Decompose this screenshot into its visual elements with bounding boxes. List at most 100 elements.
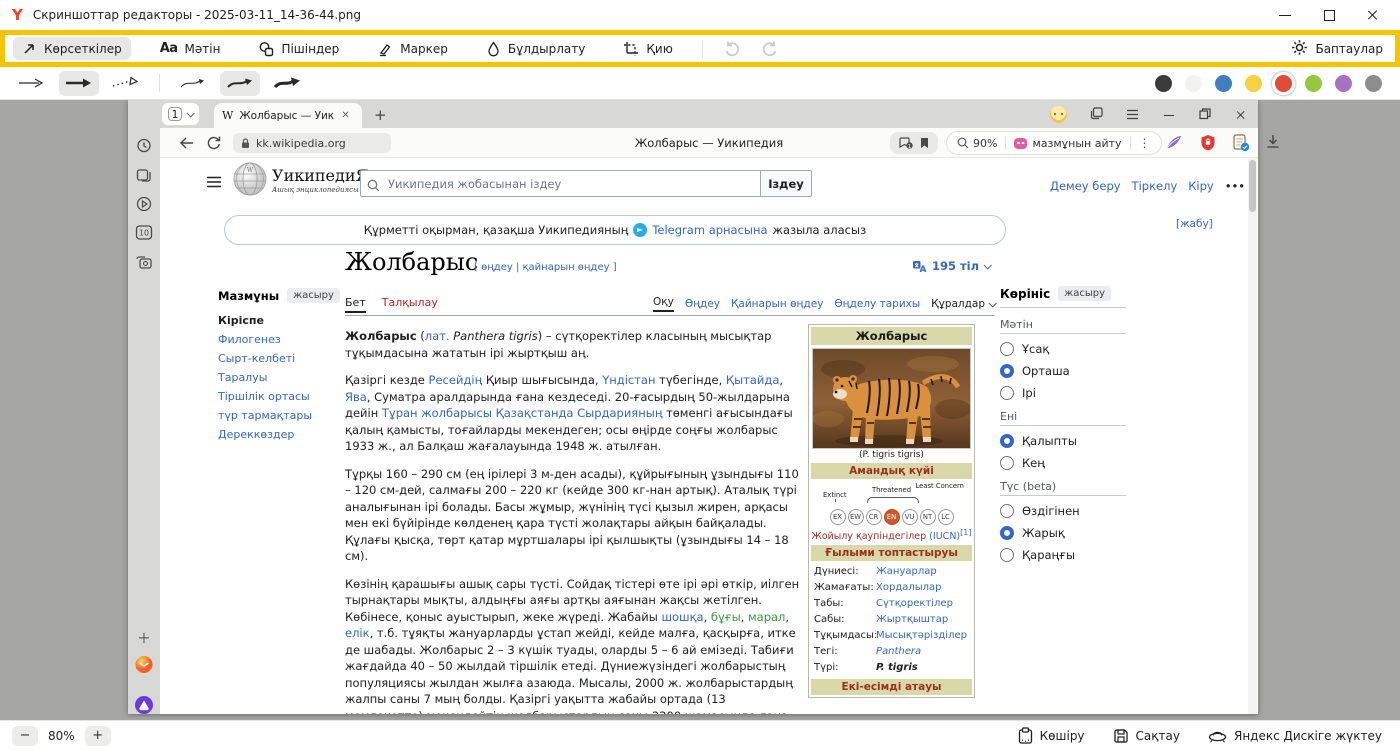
- article-link[interactable]: Сырдарияның: [577, 406, 662, 420]
- tab-counter[interactable]: 1: [162, 103, 199, 125]
- tab-edit-source[interactable]: Қайнарын өңдеу: [731, 298, 823, 310]
- arrow-style-scribble-thick[interactable]: [267, 71, 307, 96]
- upload-disk-button[interactable]: Яндекс Дискіге жүктеу: [1208, 728, 1382, 743]
- page-scrollbar[interactable]: [1248, 158, 1257, 714]
- radio-button[interactable]: [1000, 364, 1014, 378]
- appearance-option[interactable]: Жарық: [1000, 526, 1126, 540]
- translate-doc-icon[interactable]: [1232, 134, 1250, 156]
- toc-item[interactable]: Филогенез: [218, 330, 340, 349]
- more-links-icon[interactable]: •••: [1225, 179, 1245, 193]
- tool-blur[interactable]: Бұлдырлату: [477, 37, 595, 61]
- color-swatch[interactable]: [1185, 75, 1202, 92]
- arrow-style-scribble-thin[interactable]: [173, 71, 213, 96]
- radio-button[interactable]: [1000, 504, 1014, 518]
- browser-tab[interactable]: W Жолбарыс — Уикипед ✕: [214, 103, 362, 128]
- radio-button[interactable]: [1000, 526, 1014, 540]
- sidebar-add-icon[interactable]: +: [137, 628, 150, 647]
- panels-icon[interactable]: [137, 167, 152, 186]
- color-swatch[interactable]: [1365, 75, 1382, 92]
- status-ref[interactable]: [1]: [960, 528, 971, 537]
- language-selector[interactable]: A 195 тіл: [912, 259, 990, 273]
- article-link[interactable]: бұғы: [711, 610, 741, 624]
- appearance-option[interactable]: Қалыпты: [1000, 434, 1126, 448]
- undo-button[interactable]: [723, 40, 741, 58]
- play-icon[interactable]: [136, 196, 152, 216]
- tab-page[interactable]: Бет: [345, 296, 366, 313]
- tool-arrows[interactable]: Көрсеткілер: [13, 37, 131, 60]
- tab-history[interactable]: Өңделу тарихы: [834, 298, 920, 310]
- tool-text[interactable]: Aa Мәтін: [151, 37, 230, 60]
- history-icon[interactable]: [137, 138, 152, 157]
- settings-button[interactable]: Баптаулар: [1291, 39, 1387, 59]
- iucn-link[interactable]: (IUCN): [929, 531, 960, 542]
- tab-read[interactable]: Оқу: [653, 296, 674, 312]
- minimize-button[interactable]: [1278, 8, 1292, 22]
- classification-value[interactable]: Жануарлар: [876, 564, 937, 580]
- toc-item[interactable]: Сырт-келбеті: [218, 349, 340, 368]
- wikipedia-globe-logo[interactable]: W: [232, 161, 268, 201]
- tab-group-badge[interactable]: 10: [136, 225, 153, 244]
- status-text[interactable]: Жойылу қаупіндегілер: [812, 531, 927, 542]
- hamburger-menu-icon[interactable]: [206, 173, 222, 192]
- radio-button[interactable]: [1000, 456, 1014, 470]
- zoom-out-button[interactable]: −: [12, 726, 38, 746]
- reload-icon[interactable]: [206, 135, 221, 154]
- arrow-style-dotted[interactable]: [106, 71, 146, 96]
- wikipedia-wordmark[interactable]: УикипедиЯ Ашық энциклопедиясы: [272, 166, 368, 194]
- search-input[interactable]: [360, 170, 760, 197]
- classification-value[interactable]: Мысықтәрізділер: [876, 628, 967, 644]
- scrollbar-thumb[interactable]: [1249, 160, 1256, 212]
- maximize-button[interactable]: [1322, 8, 1336, 22]
- appearance-option[interactable]: Қараңғы: [1000, 548, 1126, 562]
- radio-button[interactable]: [1000, 342, 1014, 356]
- boards-icon[interactable]: [1090, 105, 1103, 124]
- url-bar[interactable]: kk.wikipedia.org: [233, 133, 391, 153]
- editor-canvas[interactable]: 1 W Жолбарыс — Уикипед ✕ +: [0, 100, 1400, 720]
- article-link[interactable]: Ява: [345, 390, 367, 404]
- toc-item[interactable]: түр тармақтары: [218, 406, 340, 425]
- collections-group[interactable]: 1: [890, 132, 938, 154]
- toc-item[interactable]: Кіріспе: [218, 311, 340, 330]
- appearance-option[interactable]: Ұсақ: [1000, 342, 1126, 356]
- browser-close-icon[interactable]: [1235, 109, 1247, 121]
- article-link[interactable]: Қытайда: [726, 373, 779, 387]
- color-swatch[interactable]: [1305, 75, 1322, 92]
- save-button[interactable]: Сақтау: [1113, 728, 1180, 744]
- new-tab-button[interactable]: +: [374, 106, 387, 124]
- radio-button[interactable]: [1000, 386, 1014, 400]
- telegram-link[interactable]: Telegram арнасына: [652, 223, 767, 237]
- zoom-in-button[interactable]: +: [85, 726, 111, 746]
- copy-button[interactable]: Көшіру: [1018, 727, 1085, 744]
- toc-hide-button[interactable]: жасыру: [287, 288, 340, 303]
- article-link[interactable]: Ресейдің: [429, 373, 483, 387]
- color-swatch[interactable]: [1275, 75, 1292, 92]
- screenshot-icon[interactable]: [136, 254, 152, 273]
- color-swatch[interactable]: [1245, 75, 1262, 92]
- color-swatch[interactable]: [1155, 75, 1172, 92]
- browser-restore-icon[interactable]: [1199, 105, 1211, 124]
- tab-close-icon[interactable]: ✕: [341, 110, 349, 121]
- browser-menu-icon[interactable]: [1126, 105, 1139, 124]
- redo-button[interactable]: [761, 40, 779, 58]
- search-button[interactable]: Іздеу: [760, 170, 812, 197]
- color-swatch[interactable]: [1335, 75, 1352, 92]
- classification-value[interactable]: Сүтқоректілер: [876, 596, 953, 612]
- donate-link[interactable]: Демеу беру: [1050, 179, 1121, 193]
- browser-minimize-icon[interactable]: [1163, 109, 1175, 121]
- tool-marker[interactable]: Маркер: [368, 37, 457, 61]
- article-link[interactable]: Қазақстанда: [496, 406, 574, 420]
- tab-talk[interactable]: Талқылау: [382, 296, 438, 313]
- appearance-option[interactable]: Кең: [1000, 456, 1126, 470]
- article-link[interactable]: шошқа: [662, 610, 704, 624]
- color-swatch[interactable]: [1215, 75, 1232, 92]
- login-link[interactable]: Кіру: [1188, 179, 1213, 193]
- adblock-shield-icon[interactable]: [1200, 134, 1216, 155]
- register-link[interactable]: Тіркелу: [1132, 179, 1178, 193]
- appearance-hide-button[interactable]: жасыру: [1058, 286, 1111, 301]
- arrow-style-scribble-medium[interactable]: [220, 71, 260, 96]
- toc-item[interactable]: Таралуы: [218, 368, 340, 387]
- classification-value[interactable]: Жыртқыштар: [876, 612, 948, 628]
- download-icon[interactable]: [1266, 134, 1280, 153]
- tab-edit[interactable]: Өңдеу: [685, 298, 720, 310]
- article-link[interactable]: Үндістан: [602, 373, 655, 387]
